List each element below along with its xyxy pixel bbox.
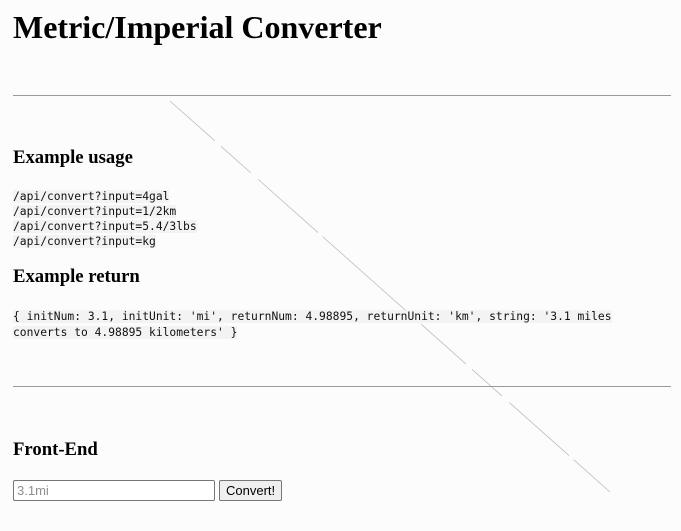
usage-example-code: /api/convert?input=1/2km bbox=[13, 205, 177, 218]
example-return-code: { initNum: 3.1, initUnit: 'mi', returnNu… bbox=[13, 310, 612, 339]
usage-example-item: /api/convert?input=1/2km bbox=[13, 203, 197, 218]
usage-example-code: /api/convert?input=kg bbox=[13, 235, 156, 248]
usage-example-code: /api/convert?input=4gal bbox=[13, 190, 170, 203]
usage-examples-list: /api/convert?input=4gal /api/convert?inp… bbox=[13, 188, 197, 248]
usage-example-item: /api/convert?input=kg bbox=[13, 233, 197, 248]
return-heading: Example return bbox=[13, 266, 140, 287]
divider bbox=[13, 95, 671, 96]
convert-button[interactable]: Convert! bbox=[219, 480, 283, 501]
usage-example-item: /api/convert?input=5.4/3lbs bbox=[13, 218, 197, 233]
divider bbox=[13, 386, 671, 387]
usage-example-code: /api/convert?input=5.4/3lbs bbox=[13, 220, 197, 233]
convert-form: Convert! bbox=[13, 480, 283, 501]
usage-example-item: /api/convert?input=4gal bbox=[13, 188, 197, 203]
usage-heading: Example usage bbox=[13, 147, 133, 168]
convert-input[interactable] bbox=[13, 480, 215, 501]
frontend-heading: Front-End bbox=[13, 439, 98, 460]
page-title: Metric/Imperial Converter bbox=[13, 9, 382, 45]
page: Metric/Imperial Converter Example usage … bbox=[0, 0, 681, 531]
example-return-block: { initNum: 3.1, initUnit: 'mi', returnNu… bbox=[13, 308, 653, 340]
